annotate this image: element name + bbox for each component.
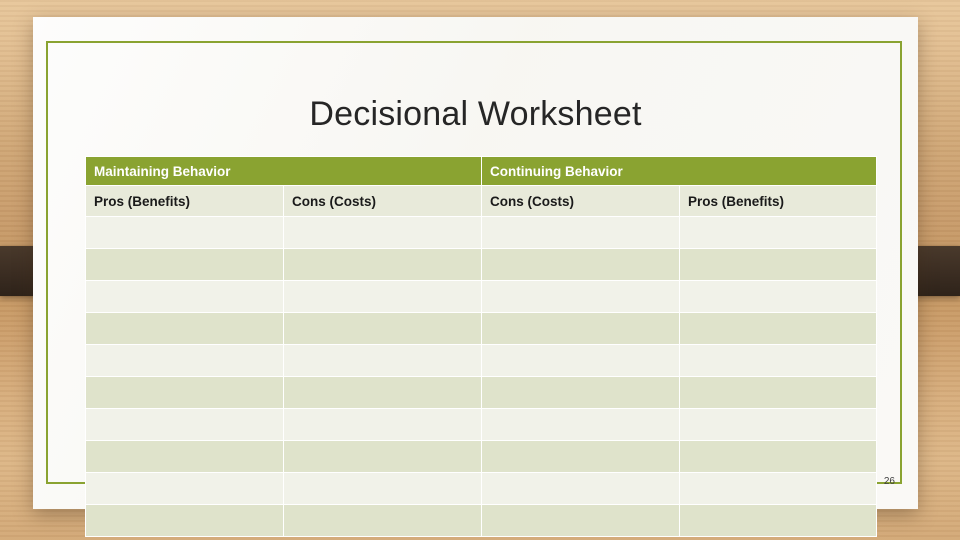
table-cell[interactable]: [481, 248, 680, 281]
table-cell[interactable]: [283, 344, 482, 377]
table-cell[interactable]: [85, 280, 284, 313]
table-cell[interactable]: [85, 216, 284, 249]
column-header-pros-maintaining: Pros (Benefits): [85, 185, 284, 217]
table-cell[interactable]: [481, 344, 680, 377]
table-cell[interactable]: [283, 280, 482, 313]
table-cell[interactable]: [481, 504, 680, 537]
table-row[interactable]: [85, 472, 877, 505]
table-row[interactable]: [85, 280, 877, 313]
table-cell[interactable]: [679, 216, 877, 249]
table-column-header-row: Pros (Benefits) Cons (Costs) Cons (Costs…: [85, 185, 877, 217]
table-row[interactable]: [85, 216, 877, 249]
table-row[interactable]: [85, 440, 877, 473]
group-header-maintaining-behavior: Maintaining Behavior: [85, 156, 482, 186]
table-row[interactable]: [85, 504, 877, 537]
table-cell[interactable]: [85, 344, 284, 377]
table-cell[interactable]: [283, 504, 482, 537]
column-header-cons-maintaining: Cons (Costs): [283, 185, 482, 217]
table-cell[interactable]: [283, 408, 482, 441]
column-header-pros-continuing: Pros (Benefits): [679, 185, 877, 217]
page-title: Decisional Worksheet: [309, 95, 642, 133]
table-cell[interactable]: [481, 472, 680, 505]
decisional-worksheet-table: Maintaining Behavior Continuing Behavior…: [85, 156, 877, 537]
table-cell[interactable]: [481, 408, 680, 441]
table-cell[interactable]: [283, 440, 482, 473]
table-cell[interactable]: [679, 312, 877, 345]
table-row[interactable]: [85, 376, 877, 409]
table-cell[interactable]: [679, 408, 877, 441]
table-cell[interactable]: [283, 248, 482, 281]
table-cell[interactable]: [85, 376, 284, 409]
table-cell[interactable]: [481, 376, 680, 409]
table-cell[interactable]: [481, 312, 680, 345]
table-cell[interactable]: [481, 280, 680, 313]
table-cell[interactable]: [283, 376, 482, 409]
table-cell[interactable]: [679, 248, 877, 281]
table-cell[interactable]: [85, 408, 284, 441]
table-cell[interactable]: [85, 472, 284, 505]
page-number: 26: [883, 476, 895, 487]
table-cell[interactable]: [283, 312, 482, 345]
table-cell[interactable]: [85, 248, 284, 281]
table-group-header-row: Maintaining Behavior Continuing Behavior: [85, 156, 877, 186]
table-row[interactable]: [85, 248, 877, 281]
table-row[interactable]: [85, 344, 877, 377]
table-cell[interactable]: [283, 216, 482, 249]
table-cell[interactable]: [679, 472, 877, 505]
group-header-continuing-behavior: Continuing Behavior: [481, 156, 877, 186]
table-row[interactable]: [85, 312, 877, 345]
column-header-cons-continuing: Cons (Costs): [481, 185, 680, 217]
slide-sheet: Decisional Worksheet Maintaining Behavio…: [33, 17, 918, 537]
table-cell[interactable]: [85, 312, 284, 345]
table-cell[interactable]: [481, 216, 680, 249]
table-cell[interactable]: [679, 376, 877, 409]
table-cell[interactable]: [679, 504, 877, 537]
table-cell[interactable]: [679, 280, 877, 313]
table-cell[interactable]: [679, 344, 877, 377]
table-cell[interactable]: [85, 440, 284, 473]
table-cell[interactable]: [283, 472, 482, 505]
table-row[interactable]: [85, 408, 877, 441]
table-cell[interactable]: [85, 504, 284, 537]
table-cell[interactable]: [481, 440, 680, 473]
table-cell[interactable]: [679, 440, 877, 473]
